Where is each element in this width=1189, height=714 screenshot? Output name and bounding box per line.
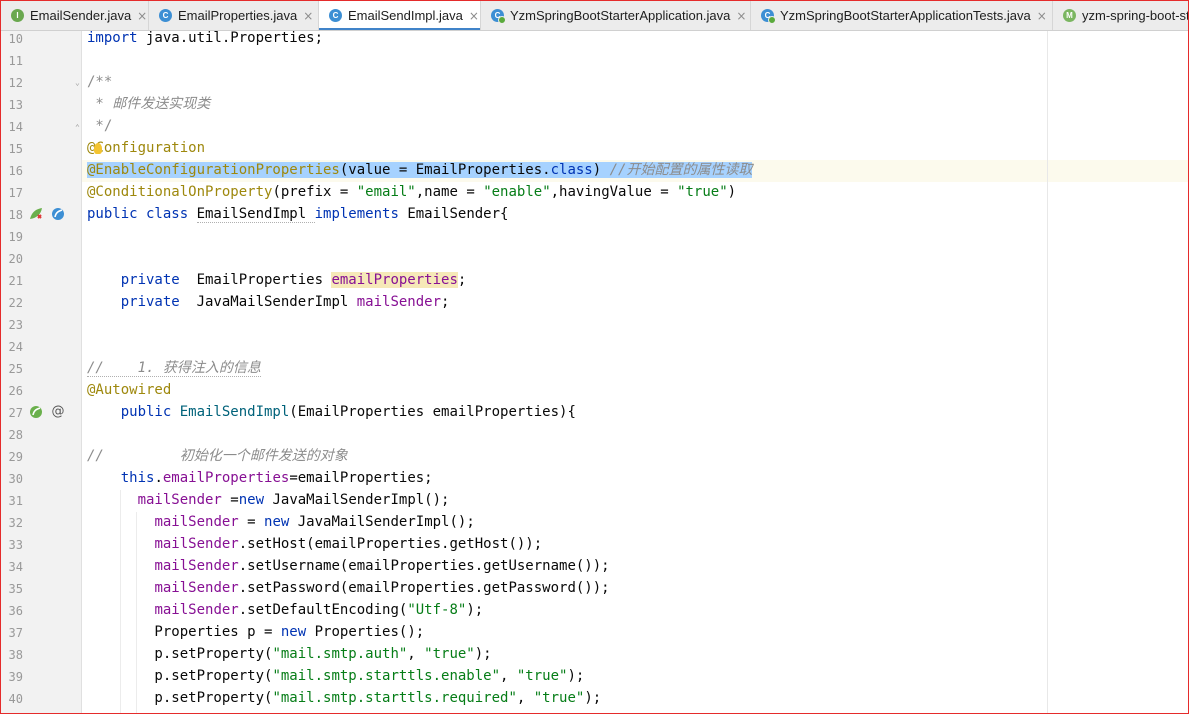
line-number: 17 — [8, 186, 23, 200]
code-line-35: mailSender.setPassword(emailProperties.g… — [154, 580, 610, 596]
close-tab-icon[interactable]: × — [1037, 9, 1047, 23]
line-number: 18 — [8, 208, 23, 222]
close-tab-icon[interactable]: × — [137, 9, 147, 23]
tab-label: EmailProperties.java — [178, 8, 298, 23]
class-file-icon: C — [329, 9, 342, 22]
tab-yzmspringbootstarterapplicationtests[interactable]: C YzmSpringBootStarterApplicationTests.j… — [751, 1, 1053, 30]
line-number: 16 — [8, 164, 23, 178]
code-line-15: @Configuration — [87, 140, 206, 156]
tab-emailproperties[interactable]: C EmailProperties.java × — [149, 1, 319, 30]
tab-label: YzmSpringBootStarterApplication.java — [510, 8, 731, 23]
right-margin-guide — [1047, 31, 1048, 713]
fold-marker-icon[interactable]: ⌄ — [75, 79, 82, 87]
tab-label: EmailSendImpl.java — [348, 8, 463, 23]
line-number: 29 — [8, 450, 23, 464]
code-line-17: @ConditionalOnProperty(prefix = "email",… — [87, 184, 737, 200]
line-number: 26 — [8, 384, 23, 398]
code-line-37: Properties p = new Properties(); — [87, 624, 425, 640]
line-number: 31 — [8, 494, 23, 508]
code-editor[interactable]: import java.util.Properties; /** * 邮件发送实… — [82, 30, 1188, 713]
line-number: 36 — [8, 604, 23, 618]
class-file-icon: C — [159, 9, 172, 22]
line-number: 40 — [8, 692, 23, 706]
line-number: 27 — [8, 406, 23, 420]
code-line-21: private EmailProperties emailProperties; — [87, 272, 467, 288]
line-number: 13 — [8, 98, 23, 112]
line-number: 19 — [8, 230, 23, 244]
interface-file-icon: I — [11, 9, 24, 22]
code-line-34: mailSender.setUsername(emailProperties.g… — [154, 558, 610, 574]
line-number: 21 — [8, 274, 23, 288]
line-number: 30 — [8, 472, 23, 486]
module-file-icon: M — [1063, 9, 1076, 22]
spring-bean-run-icon[interactable] — [29, 207, 43, 221]
code-line-25: // 1. 获得注入的信息 — [87, 360, 261, 377]
close-tab-icon[interactable]: × — [469, 9, 479, 23]
code-line-12: /** — [87, 74, 113, 90]
code-line-39: p.setProperty("mail.smtp.starttls.enable… — [87, 668, 585, 684]
autowired-bean-icon[interactable] — [29, 405, 43, 419]
line-number: 33 — [8, 538, 23, 552]
annotation-at-icon[interactable]: @ — [51, 405, 65, 419]
line-number: 32 — [8, 516, 23, 530]
editor-gutter[interactable]: 10 11 12 13 14 15 16 17 18 19 20 21 22 2… — [1, 31, 82, 713]
line-number: 10 — [8, 32, 23, 46]
code-line-27: public EmailSendImpl(EmailProperties ema… — [87, 404, 576, 420]
code-line-38: p.setProperty("mail.smtp.auth", "true"); — [87, 646, 492, 662]
tab-label: YzmSpringBootStarterApplicationTests.jav… — [780, 8, 1031, 23]
line-number: 24 — [8, 340, 23, 354]
implemented-interface-icon[interactable] — [51, 207, 65, 221]
close-tab-icon[interactable]: × — [736, 9, 746, 23]
line-number: 39 — [8, 670, 23, 684]
spring-boot-test-class-icon: C — [761, 9, 776, 24]
line-number: 20 — [8, 252, 23, 266]
code-line-31: mailSender =new JavaMailSenderImpl(); — [137, 492, 450, 508]
tab-yzm-spring-boot-starter-module[interactable]: M yzm-spring-boot-st — [1053, 1, 1188, 30]
code-line-26: @Autowired — [87, 382, 172, 398]
spring-boot-class-icon: C — [491, 9, 506, 24]
code-line-22: private JavaMailSenderImpl mailSender; — [87, 294, 450, 310]
code-line-10: import java.util.Properties; — [87, 30, 324, 46]
tab-label: EmailSender.java — [30, 8, 132, 23]
tab-emailsendimpl[interactable]: C EmailSendImpl.java × — [319, 1, 481, 30]
line-number: 22 — [8, 296, 23, 310]
code-line-40: p.setProperty("mail.smtp.starttls.requir… — [87, 690, 602, 706]
code-line-18: public class EmailSendImpl implements Em… — [87, 206, 509, 223]
ide-window: I EmailSender.java × C EmailProperties.j… — [0, 0, 1189, 714]
code-line-13: * 邮件发送实现类 — [87, 96, 211, 112]
tab-label: yzm-spring-boot-st — [1082, 8, 1188, 23]
code-line-33: mailSender.setHost(emailProperties.getHo… — [154, 536, 543, 552]
code-line-32: mailSender = new JavaMailSenderImpl(); — [154, 514, 475, 530]
code-line-29: // 初始化一个邮件发送的对象 — [87, 448, 348, 464]
tab-yzmspringbootstarterapplication[interactable]: C YzmSpringBootStarterApplication.java × — [481, 1, 751, 30]
line-number: 38 — [8, 648, 23, 662]
line-number: 11 — [8, 54, 23, 68]
fold-marker-icon[interactable]: ⌃ — [75, 124, 82, 132]
line-number: 15 — [8, 142, 23, 156]
code-line-36: mailSender.setDefaultEncoding("Utf-8"); — [154, 602, 484, 618]
line-number: 34 — [8, 560, 23, 574]
code-line-30: this.emailProperties=emailProperties; — [120, 470, 433, 486]
line-number: 28 — [8, 428, 23, 442]
tab-emailsender[interactable]: I EmailSender.java × — [1, 1, 149, 30]
line-number: 12 — [8, 76, 23, 90]
line-number: 35 — [8, 582, 23, 596]
line-number: 14 — [8, 120, 23, 134]
line-number: 23 — [8, 318, 23, 332]
code-line-14: */ — [87, 118, 113, 134]
close-tab-icon[interactable]: × — [303, 9, 313, 23]
line-number: 25 — [8, 362, 23, 376]
line-number: 37 — [8, 626, 23, 640]
code-line-16: @EnableConfigurationProperties(value = E… — [87, 162, 753, 178]
